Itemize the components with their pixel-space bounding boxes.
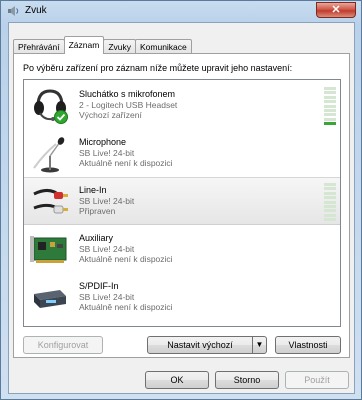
tab-recording[interactable]: Záznam <box>63 36 105 54</box>
meter-segment <box>324 196 336 200</box>
meter-segment <box>324 113 336 117</box>
device-name: Sluchátko s mikrofonem <box>79 89 176 99</box>
device-driver: SB Live! 24-bit <box>79 244 135 254</box>
device-status: Aktuálně není k dispozici <box>79 302 173 312</box>
device-item-line-in[interactable]: Line-In SB Live! 24-bit Připraven <box>24 177 340 225</box>
meter-segment <box>324 204 336 208</box>
meter-segment <box>324 187 336 191</box>
set-default-button[interactable]: Nastavit výchozí ▼ <box>147 336 267 354</box>
device-item-spdif-in[interactable]: S/PDIF-In SB Live! 24-bit Aktuálně není … <box>24 274 340 322</box>
window-title: Zvuk <box>25 5 47 16</box>
sound-card-icon <box>30 236 67 263</box>
recording-panel: Po výběru zařízení pro záznam níže můžet… <box>13 53 350 358</box>
meter-segment <box>324 100 336 104</box>
meter-segment <box>324 183 336 186</box>
chevron-down-icon[interactable]: ▼ <box>252 337 266 353</box>
default-check-icon <box>54 110 68 124</box>
device-driver: SB Live! 24-bit <box>79 196 135 206</box>
meter-segment <box>324 191 336 195</box>
meter-segment <box>324 87 336 90</box>
device-status: Připraven <box>79 206 116 216</box>
tab-communications[interactable]: Komunikace <box>134 39 192 54</box>
device-status: Aktuálně není k dispozici <box>79 158 173 168</box>
meter-segment <box>324 213 336 217</box>
device-name: Auxiliary <box>79 233 114 243</box>
meter-segment <box>324 91 336 95</box>
configure-button[interactable]: Konfigurovat <box>23 336 103 354</box>
tab-playback[interactable]: Přehrávání <box>13 39 65 54</box>
device-item-microphone[interactable]: Microphone SB Live! 24-bit Aktuálně není… <box>24 130 340 178</box>
sound-dialog-window: Zvuk ✕ Přehrávání Záznam Zvuky Komunikac… <box>0 0 362 400</box>
close-button[interactable]: ✕ <box>316 2 356 18</box>
device-driver: SB Live! 24-bit <box>79 292 135 302</box>
meter-segment <box>324 218 336 221</box>
meter-segment <box>324 209 336 213</box>
level-meter <box>324 183 336 221</box>
cancel-button[interactable]: Storno <box>215 371 279 389</box>
device-item-auxiliary[interactable]: Auxiliary SB Live! 24-bit Aktuálně není … <box>24 226 340 274</box>
ok-button[interactable]: OK <box>145 371 209 389</box>
device-driver: 2 - Logitech USB Headset <box>79 100 178 110</box>
spdif-device-icon <box>34 290 66 308</box>
dialog-client-area: Přehrávání Záznam Zvuky Komunikace Po vý… <box>8 22 355 394</box>
tab-strip: Přehrávání Záznam Zvuky Komunikace <box>13 36 192 54</box>
device-status: Aktuálně není k dispozici <box>79 254 173 264</box>
device-name: Line-In <box>79 185 107 195</box>
device-list[interactable]: Sluchátko s mikrofonem 2 - Logitech USB … <box>23 79 341 327</box>
level-meter <box>324 87 336 125</box>
title-bar: Zvuk ✕ <box>1 1 361 21</box>
meter-segment <box>324 108 336 112</box>
meter-segment <box>324 200 336 204</box>
apply-button[interactable]: Použít <box>285 371 349 389</box>
meter-segment <box>324 122 336 125</box>
set-default-label: Nastavit výchozí <box>167 340 233 350</box>
meter-segment <box>324 95 336 99</box>
device-driver: SB Live! 24-bit <box>79 148 135 158</box>
tab-sounds[interactable]: Zvuky <box>103 39 136 54</box>
speaker-icon <box>8 6 19 16</box>
device-status: Výchozí zařízení <box>79 110 142 120</box>
instruction-text: Po výběru zařízení pro záznam níže můžet… <box>23 63 293 73</box>
meter-segment <box>324 117 336 121</box>
microphone-icon <box>33 137 65 173</box>
properties-button[interactable]: Vlastnosti <box>275 336 341 354</box>
device-name: Microphone <box>79 137 127 147</box>
meter-segment <box>324 104 336 108</box>
device-item-headset[interactable]: Sluchátko s mikrofonem 2 - Logitech USB … <box>24 82 340 130</box>
line-in-cable-icon <box>33 189 68 214</box>
device-name: S/PDIF-In <box>79 281 119 291</box>
